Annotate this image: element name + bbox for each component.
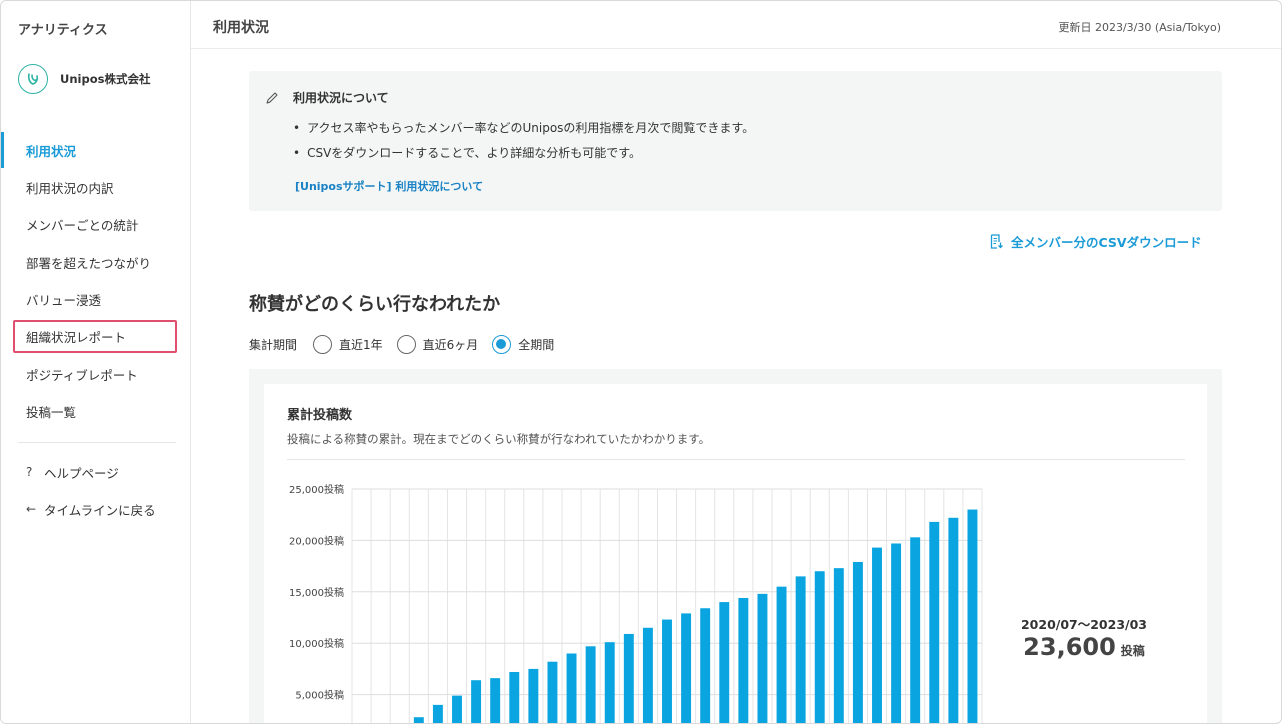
chart-bar [681, 613, 692, 723]
sidebar-item-label: 利用状況の内訳 [26, 180, 114, 196]
sidebar-item-usage-breakdown[interactable]: 利用状況の内訳 [13, 171, 177, 203]
csv-download-button[interactable]: 全メンバー分のCSVダウンロード [990, 232, 1202, 250]
back-to-timeline-link[interactable]: ← タイムラインに戻る [13, 493, 177, 525]
back-to-timeline-label: タイムラインに戻る [44, 502, 156, 518]
chart-bar [852, 561, 863, 723]
info-box: 利用状況について アクセス率やもらったメンバー率などのUniposの利用指標を月… [249, 71, 1222, 211]
chart-bar [585, 646, 596, 723]
chart-bar [872, 547, 882, 723]
period-option-1year[interactable]: 直近1年 [313, 334, 383, 354]
active-indicator [1, 132, 4, 168]
sidebar-item-org-report[interactable]: 組織状況レポート [13, 320, 177, 353]
section-title: 称賛がどのくらい行なわれたか [249, 294, 501, 315]
period-label: 集計期間 [249, 337, 298, 352]
chart-bar [891, 543, 902, 723]
page-header: 利用状況 更新日 2023/3/30 (Asia/Tokyo) [191, 1, 1281, 49]
chart-bar [948, 517, 959, 723]
csv-download-icon [990, 233, 1003, 249]
chart-bar [929, 521, 940, 723]
sidebar: アナリティクス Unipos株式会社 利用状況 利用状況の内訳 メンバーごとの統… [1, 1, 191, 723]
org-name: Unipos株式会社 [60, 72, 151, 86]
info-list: アクセス率やもらったメンバー率などのUniposの利用指標を月次で閲覧できます。… [293, 119, 754, 169]
chart-bar [757, 593, 768, 723]
chart-bar [509, 671, 520, 723]
chart-bar [719, 602, 730, 723]
arrow-left-icon: ← [26, 502, 37, 516]
radio-unchecked-icon [396, 334, 416, 354]
org-logo-icon [18, 64, 48, 94]
sidebar-item-positive-report[interactable]: ポジティブレポート [13, 358, 177, 390]
radio-unchecked-icon [313, 334, 333, 354]
summary-total-unit: 投稿 [1120, 644, 1145, 658]
chart-bar [662, 619, 672, 723]
sidebar-item-label: 利用状況 [26, 143, 77, 159]
sidebar-item-post-list[interactable]: 投稿一覧 [13, 395, 177, 427]
period-option-all[interactable]: 全期間 [492, 334, 555, 354]
chart-bar [910, 537, 921, 723]
y-tick-label: 20,000投稿 [289, 534, 344, 547]
chart-bar [566, 653, 577, 723]
sidebar-item-label: バリュー浸透 [26, 292, 102, 308]
card-description: 投稿による称賛の累計。現在までどのくらい称賛が行なわれていたかわかります。 [287, 432, 711, 446]
sidebar-divider [18, 442, 176, 443]
cumulative-posts-chart: 5,000投稿 10,000投稿 15,000投稿 20,000投稿 25,000投稿 [289, 483, 983, 723]
info-bullet: アクセス率やもらったメンバー率などのUniposの利用指標を月次で閲覧できます。 [293, 119, 754, 144]
help-page-link[interactable]: ? ヘルプページ [13, 456, 177, 488]
period-option-6months[interactable]: 直近6ヶ月 [396, 334, 479, 354]
chart-bar [490, 678, 501, 723]
sidebar-item-value-penetration[interactable]: バリュー浸透 [13, 283, 177, 315]
radio-checked-icon [492, 334, 512, 354]
org-switcher[interactable]: Unipos株式会社 [18, 63, 150, 95]
question-icon: ? [26, 465, 33, 479]
summary-total: 23,600 投稿 [1004, 633, 1164, 661]
y-tick-label: 25,000投稿 [289, 483, 344, 496]
chart-bar [642, 627, 653, 723]
chart-bar [967, 509, 978, 723]
chart-bar [471, 680, 482, 723]
updated-timestamp: 更新日 2023/3/30 (Asia/Tokyo) [1058, 21, 1221, 34]
sidebar-item-member-stats[interactable]: メンバーごとの統計 [13, 208, 177, 240]
sidebar-item-label: 投稿一覧 [26, 404, 77, 420]
y-tick-label: 5,000投稿 [295, 689, 344, 702]
chart-bar [432, 704, 443, 723]
chart-bar [452, 695, 462, 723]
chart-bar [814, 571, 825, 723]
chart-bar [623, 633, 634, 723]
sidebar-item-label: 部署を超えたつながり [26, 255, 152, 271]
y-tick-label: 15,000投稿 [289, 586, 344, 599]
pencil-icon [266, 92, 278, 104]
support-link[interactable]: [Uniposサポート] 利用状況について [295, 178, 483, 194]
summary-period: 2020/07〜2023/03 [1020, 617, 1147, 632]
summary-total-value: 23,600 [1023, 633, 1116, 661]
chart-bar [776, 586, 787, 723]
app-window: アナリティクス Unipos株式会社 利用状況 利用状況の内訳 メンバーごとの統… [0, 0, 1282, 724]
radio-label: 直近6ヶ月 [422, 337, 479, 352]
radio-label: 全期間 [518, 337, 555, 352]
sidebar-item-label: メンバーごとの統計 [26, 217, 139, 233]
sidebar-item-usage[interactable]: 利用状況 [13, 134, 177, 166]
info-bullet: CSVをダウンロードすることで、より詳細な分析も可能です。 [293, 144, 754, 169]
help-page-label: ヘルプページ [44, 465, 119, 481]
chart-bar [547, 661, 558, 723]
radio-label: 直近1年 [339, 337, 383, 352]
chart-bar [700, 608, 711, 723]
sidebar-item-label: ポジティブレポート [26, 367, 138, 383]
info-title: 利用状況について [293, 91, 389, 105]
page-title: 利用状況 [213, 20, 269, 36]
sidebar-item-label: 組織状況レポート [26, 330, 127, 345]
card-title: 累計投稿数 [287, 408, 353, 423]
y-tick-label: 10,000投稿 [289, 637, 344, 650]
card-divider [287, 459, 1185, 460]
sidebar-item-cross-department[interactable]: 部署を超えたつながり [13, 246, 177, 278]
chart-bar [738, 597, 749, 723]
chart-bar [413, 717, 424, 723]
csv-download-label: 全メンバー分のCSVダウンロード [1011, 234, 1202, 250]
chart-bar [528, 668, 539, 723]
chart-bar [604, 642, 615, 723]
chart-bar [833, 568, 844, 723]
app-title: アナリティクス [18, 23, 108, 38]
chart-bar [795, 576, 806, 723]
period-selector: 集計期間 直近1年 直近6ヶ月 全期間 [249, 334, 568, 354]
